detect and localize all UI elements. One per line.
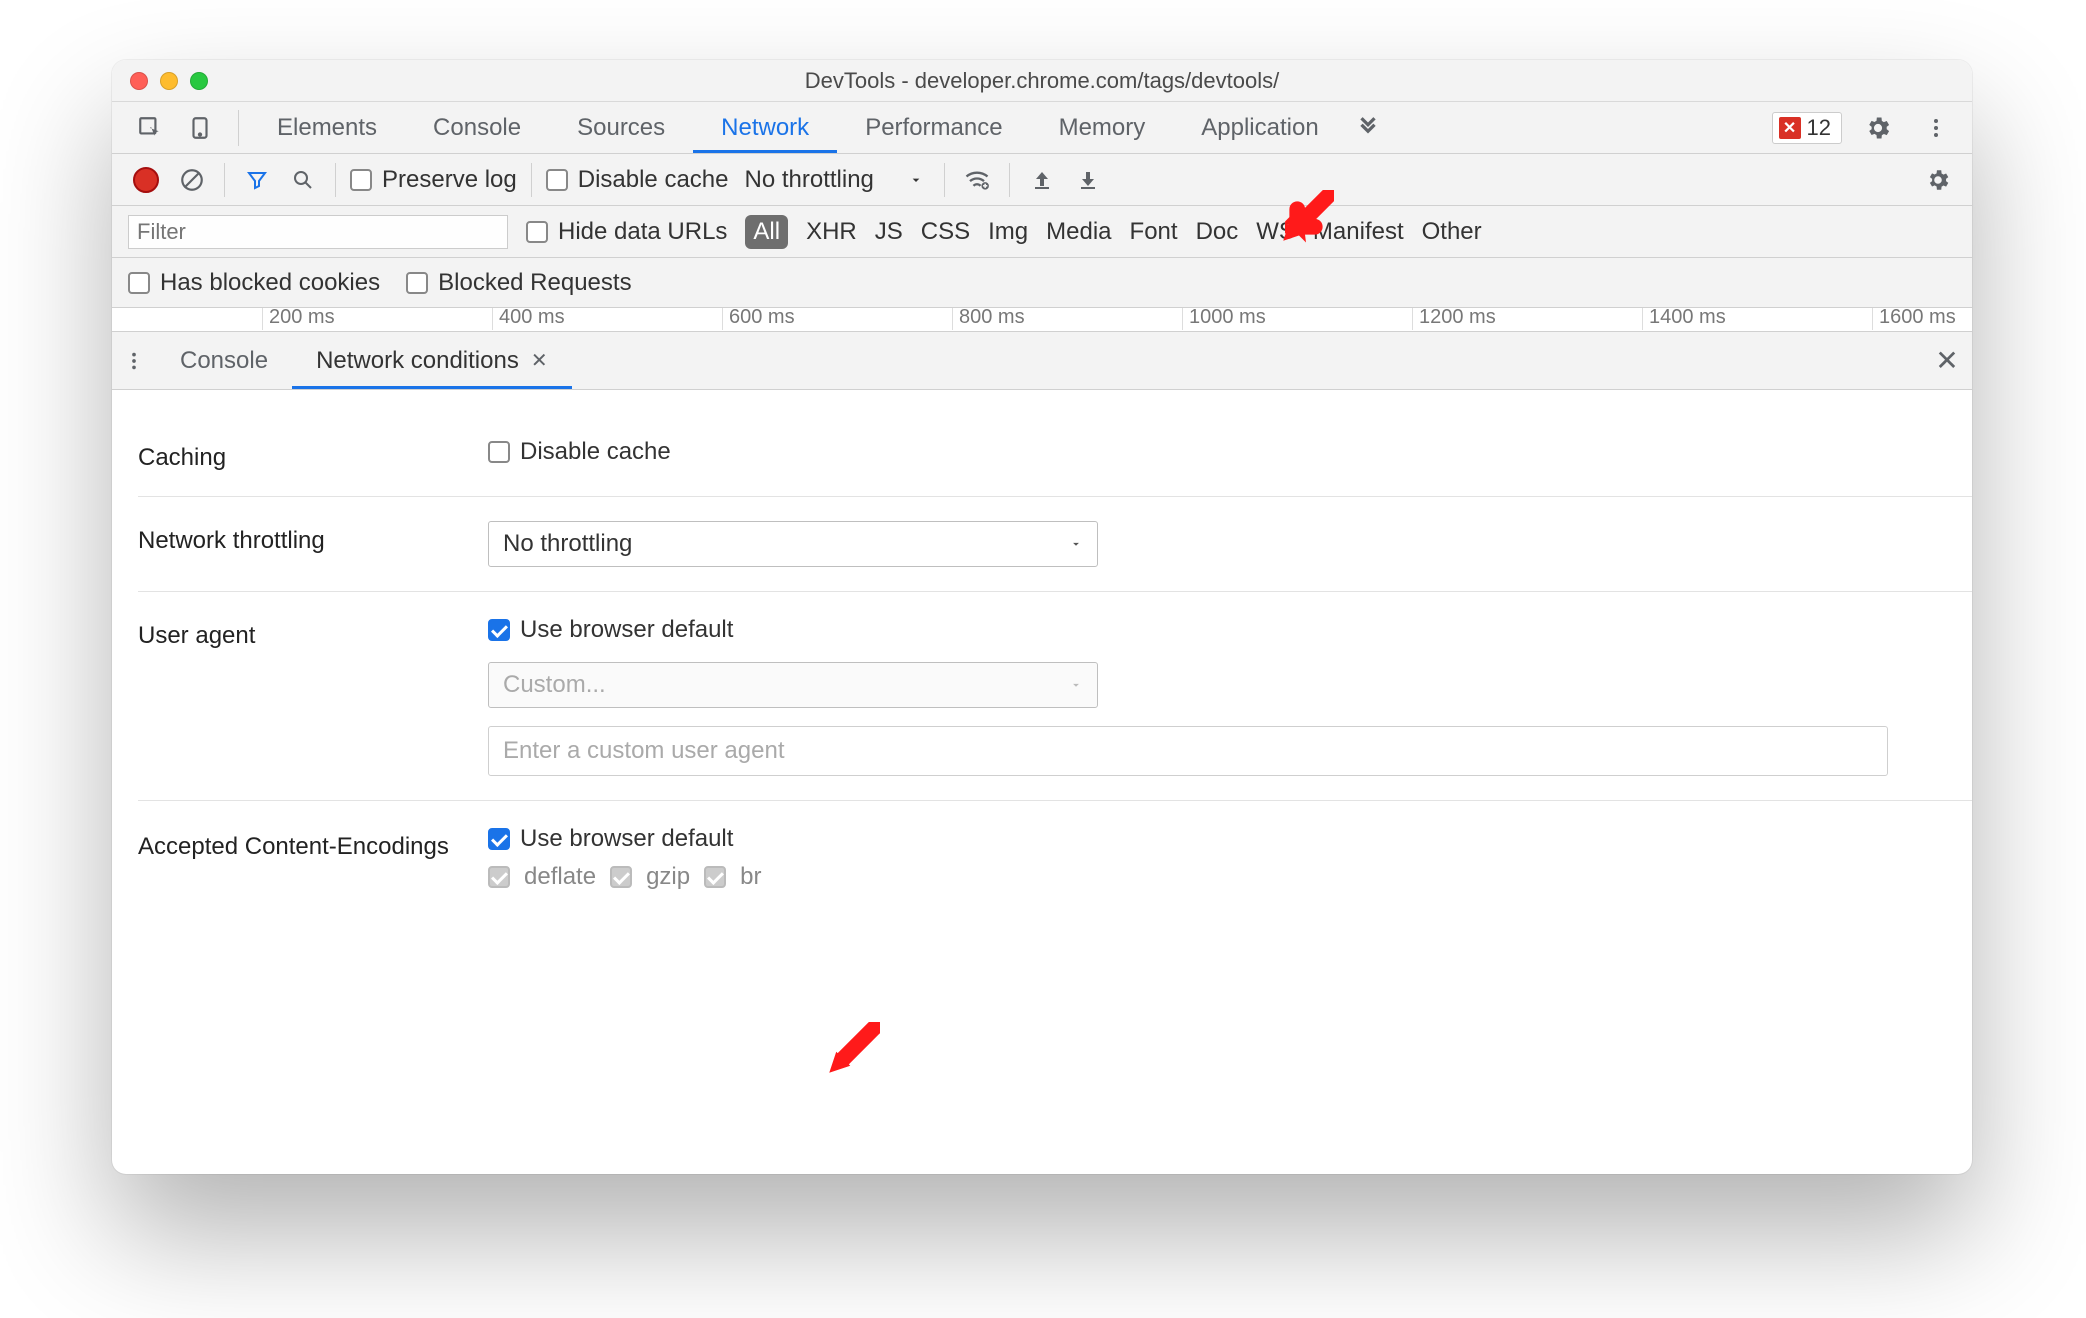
- user-agent-label: User agent: [138, 616, 488, 650]
- tab-memory[interactable]: Memory: [1031, 102, 1174, 153]
- filter-row: Hide data URLs All XHR JS CSS Img Media …: [112, 206, 1972, 258]
- filter-type-other[interactable]: Other: [1422, 218, 1482, 246]
- minimize-window-button[interactable]: [160, 72, 178, 90]
- panel-disable-cache-checkbox[interactable]: Disable cache: [488, 438, 1942, 466]
- tab-console[interactable]: Console: [405, 102, 549, 153]
- timeline-tick: 400 ms: [492, 308, 565, 330]
- throttling-label: Network throttling: [138, 521, 488, 555]
- drawer-tab-label: Network conditions: [316, 347, 519, 375]
- ua-preset-placeholder: Custom...: [503, 671, 606, 699]
- devtools-window: DevTools - developer.chrome.com/tags/dev…: [112, 60, 1972, 1174]
- inspect-element-icon[interactable]: [128, 106, 172, 150]
- hide-data-urls-label: Hide data URLs: [558, 218, 727, 246]
- drawer-tab-console[interactable]: Console: [156, 332, 292, 389]
- window-title: DevTools - developer.chrome.com/tags/dev…: [112, 68, 1972, 94]
- network-conditions-icon[interactable]: [959, 162, 995, 198]
- encodings-use-default-label: Use browser default: [520, 825, 733, 853]
- filter-type-js[interactable]: JS: [875, 218, 903, 246]
- encoding-gzip-label: gzip: [646, 863, 690, 891]
- main-tab-strip: Elements Console Sources Network Perform…: [112, 102, 1972, 154]
- error-count: 12: [1807, 115, 1831, 141]
- blocked-filters-row: Has blocked cookies Blocked Requests: [112, 258, 1972, 308]
- tab-elements[interactable]: Elements: [249, 102, 405, 153]
- encoding-br-checkbox[interactable]: [704, 866, 726, 888]
- encoding-deflate-label: deflate: [524, 863, 596, 891]
- ua-custom-input[interactable]: Enter a custom user agent: [488, 726, 1888, 776]
- close-window-button[interactable]: [130, 72, 148, 90]
- encoding-br-label: br: [740, 863, 761, 891]
- caching-label: Caching: [138, 438, 488, 472]
- timeline-tick: 1200 ms: [1412, 308, 1496, 330]
- timeline-tick: 800 ms: [952, 308, 1025, 330]
- disable-cache-checkbox[interactable]: Disable cache: [546, 166, 729, 194]
- filter-type-doc[interactable]: Doc: [1196, 218, 1239, 246]
- kebab-menu-icon[interactable]: [1914, 106, 1958, 150]
- drawer-tabbar: Console Network conditions ✕ ✕: [112, 332, 1972, 390]
- network-toolbar: Preserve log Disable cache No throttling: [112, 154, 1972, 206]
- filter-type-ws[interactable]: WS: [1256, 218, 1295, 246]
- clear-icon[interactable]: [174, 162, 210, 198]
- timeline-tick: 1400 ms: [1642, 308, 1726, 330]
- filter-type-manifest[interactable]: Manifest: [1313, 218, 1404, 246]
- encoding-deflate-checkbox[interactable]: [488, 866, 510, 888]
- drawer-tab-network-conditions[interactable]: Network conditions ✕: [292, 332, 572, 389]
- filter-type-css[interactable]: CSS: [921, 218, 970, 246]
- blocked-cookies-label: Has blocked cookies: [160, 269, 380, 297]
- filter-type-media[interactable]: Media: [1046, 218, 1111, 246]
- search-icon[interactable]: [285, 162, 321, 198]
- throttling-select-box[interactable]: No throttling: [488, 521, 1098, 567]
- encodings-use-default-checkbox[interactable]: Use browser default: [488, 825, 1942, 853]
- throttling-value: No throttling: [744, 166, 873, 194]
- preserve-log-checkbox[interactable]: Preserve log: [350, 166, 517, 194]
- timeline-tick: 1600 ms: [1872, 308, 1956, 330]
- tab-sources[interactable]: Sources: [549, 102, 693, 153]
- close-tab-icon[interactable]: ✕: [531, 348, 548, 373]
- blocked-cookies-checkbox[interactable]: Has blocked cookies: [128, 269, 380, 297]
- more-tabs-icon[interactable]: [1347, 102, 1389, 153]
- throttling-select-value: No throttling: [503, 530, 632, 558]
- export-har-icon[interactable]: [1070, 162, 1106, 198]
- filter-funnel-icon[interactable]: [239, 162, 275, 198]
- network-conditions-panel: Caching Disable cache Network throttling…: [112, 390, 1972, 915]
- disable-cache-label: Disable cache: [578, 166, 729, 194]
- filter-type-xhr[interactable]: XHR: [806, 218, 857, 246]
- timeline-tick: 600 ms: [722, 308, 795, 330]
- encoding-gzip-checkbox[interactable]: [610, 866, 632, 888]
- import-har-icon[interactable]: [1024, 162, 1060, 198]
- tab-application[interactable]: Application: [1173, 102, 1346, 153]
- window-controls: [130, 72, 208, 90]
- timeline-tick: 1000 ms: [1182, 308, 1266, 330]
- tab-network[interactable]: Network: [693, 102, 837, 153]
- error-count-badge[interactable]: ✕ 12: [1772, 112, 1842, 144]
- error-icon: ✕: [1779, 117, 1801, 139]
- hide-data-urls-checkbox[interactable]: Hide data URLs: [526, 218, 727, 246]
- settings-gear-icon[interactable]: [1856, 106, 1900, 150]
- preserve-log-label: Preserve log: [382, 166, 517, 194]
- ua-use-default-label: Use browser default: [520, 616, 733, 644]
- ua-preset-select[interactable]: Custom...: [488, 662, 1098, 708]
- blocked-requests-checkbox[interactable]: Blocked Requests: [406, 269, 631, 297]
- panel-disable-cache-label: Disable cache: [520, 438, 671, 466]
- zoom-window-button[interactable]: [190, 72, 208, 90]
- drawer-close-icon[interactable]: ✕: [1922, 344, 1972, 377]
- titlebar: DevTools - developer.chrome.com/tags/dev…: [112, 60, 1972, 102]
- encodings-label: Accepted Content-Encodings: [138, 825, 488, 862]
- device-toolbar-icon[interactable]: [178, 106, 222, 150]
- ua-custom-placeholder: Enter a custom user agent: [503, 737, 784, 765]
- network-settings-gear-icon[interactable]: [1920, 162, 1956, 198]
- drawer-tab-label: Console: [180, 347, 268, 375]
- blocked-requests-label: Blocked Requests: [438, 269, 631, 297]
- filter-input[interactable]: [128, 215, 508, 249]
- waterfall-timeline[interactable]: 200 ms 400 ms 600 ms 800 ms 1000 ms 1200…: [112, 308, 1972, 332]
- filter-type-font[interactable]: Font: [1130, 218, 1178, 246]
- record-button[interactable]: [128, 162, 164, 198]
- timeline-tick: 200 ms: [262, 308, 335, 330]
- drawer-menu-icon[interactable]: [112, 350, 156, 372]
- filter-type-all[interactable]: All: [745, 215, 788, 249]
- filter-type-img[interactable]: Img: [988, 218, 1028, 246]
- throttling-select[interactable]: No throttling: [738, 166, 929, 194]
- ua-use-default-checkbox[interactable]: Use browser default: [488, 616, 1942, 644]
- tab-performance[interactable]: Performance: [837, 102, 1030, 153]
